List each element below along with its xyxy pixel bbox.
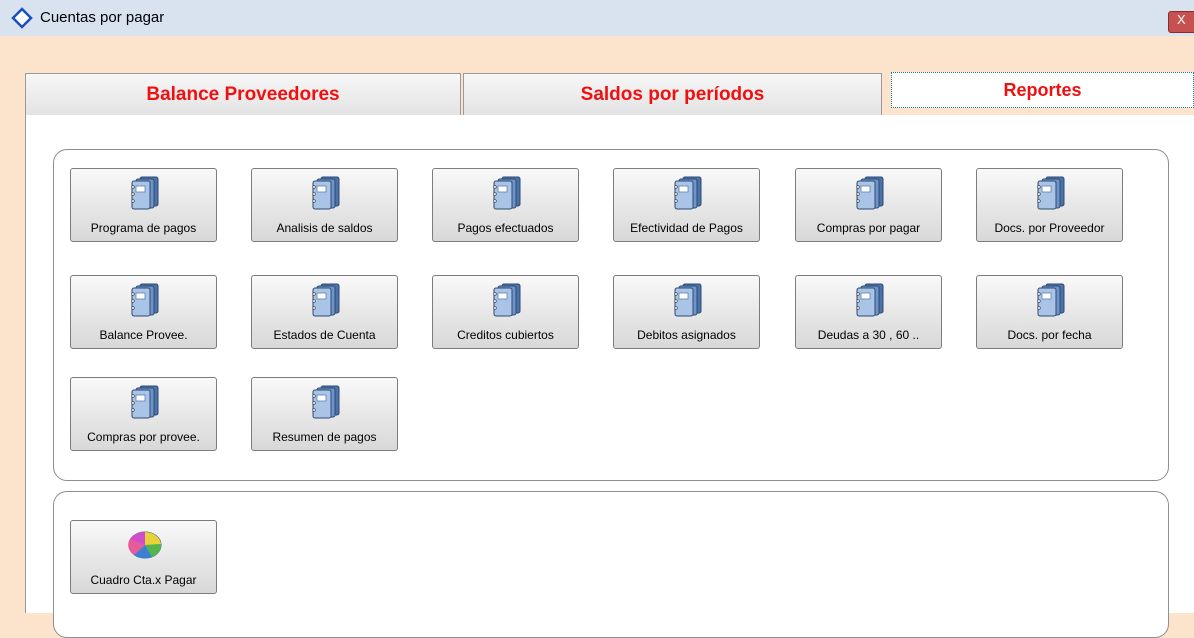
efectividad-de-pagos-label: Efectividad de Pagos	[630, 221, 743, 235]
resumen-de-pagos-label: Resumen de pagos	[272, 430, 377, 444]
docs-por-proveedor-button[interactable]: Docs. por Proveedor	[976, 168, 1123, 242]
creditos-cubiertos-button[interactable]: Creditos cubiertos	[432, 275, 579, 349]
reportes-panel: Programa de pagos Analisis de saldos Pagos…	[25, 115, 1194, 638]
pie-chart-icon	[128, 531, 162, 559]
binder-icon	[674, 176, 702, 210]
docs-por-fecha-label: Docs. por fecha	[1007, 328, 1092, 342]
reports-group: Programa de pagos Analisis de saldos Pagos…	[53, 149, 1169, 481]
deudas-a-30-60-button[interactable]: Deudas a 30 , 60 ..	[795, 275, 942, 349]
binder-icon	[131, 176, 159, 210]
cuadro-cta-x-pagar-button[interactable]: Cuadro Cta.x Pagar	[70, 520, 217, 594]
tab-balance-proveedores[interactable]: Balance Proveedores	[25, 73, 461, 115]
programa-de-pagos-label: Programa de pagos	[90, 221, 197, 235]
binder-icon	[674, 283, 702, 317]
tab-reportes[interactable]: Reportes	[891, 72, 1194, 108]
balance-provee-button[interactable]: Balance Provee.	[70, 275, 217, 349]
binder-icon	[131, 385, 159, 419]
pagos-efectuados-button[interactable]: Pagos efectuados	[432, 168, 579, 242]
compras-por-pagar-button[interactable]: Compras por pagar	[795, 168, 942, 242]
docs-por-proveedor-label: Docs. por Proveedor	[994, 221, 1105, 235]
efectividad-de-pagos-button[interactable]: Efectividad de Pagos	[613, 168, 760, 242]
binder-icon	[1037, 176, 1065, 210]
charts-group: Cuadro Cta.x Pagar	[53, 491, 1169, 638]
binder-icon	[312, 283, 340, 317]
debitos-asignados-button[interactable]: Debitos asignados	[613, 275, 760, 349]
compras-por-provee-label: Compras por provee.	[87, 430, 200, 444]
creditos-cubiertos-label: Creditos cubiertos	[457, 328, 554, 342]
pagos-efectuados-label: Pagos efectuados	[457, 221, 554, 235]
cuadro-cta-x-pagar-label: Cuadro Cta.x Pagar	[90, 573, 197, 587]
resumen-de-pagos-button[interactable]: Resumen de pagos	[251, 377, 398, 451]
binder-icon	[493, 283, 521, 317]
window-title: Cuentas por pagar	[40, 9, 165, 26]
programa-de-pagos-button[interactable]: Programa de pagos	[70, 168, 217, 242]
deudas-a-30-60-label: Deudas a 30 , 60 ..	[817, 328, 920, 342]
compras-por-pagar-label: Compras por pagar	[816, 221, 921, 235]
close-button[interactable]: X	[1168, 11, 1194, 33]
debitos-asignados-label: Debitos asignados	[637, 328, 736, 342]
balance-provee-label: Balance Provee.	[99, 328, 188, 342]
analisis-de-saldos-label: Analisis de saldos	[276, 221, 373, 235]
title-bar: Cuentas por pagar X	[0, 0, 1194, 36]
estados-de-cuenta-button[interactable]: Estados de Cuenta	[251, 275, 398, 349]
binder-icon	[312, 385, 340, 419]
estados-de-cuenta-label: Estados de Cuenta	[273, 328, 376, 342]
analisis-de-saldos-button[interactable]: Analisis de saldos	[251, 168, 398, 242]
binder-icon	[312, 176, 340, 210]
binder-icon	[856, 176, 884, 210]
binder-icon	[1037, 283, 1065, 317]
tab-saldos-por-periodos[interactable]: Saldos por períodos	[463, 73, 882, 115]
compras-por-provee-button[interactable]: Compras por provee.	[70, 377, 217, 451]
docs-por-fecha-button[interactable]: Docs. por fecha	[976, 275, 1123, 349]
app-icon	[11, 7, 33, 29]
binder-icon	[856, 283, 884, 317]
binder-icon	[131, 283, 159, 317]
binder-icon	[493, 176, 521, 210]
